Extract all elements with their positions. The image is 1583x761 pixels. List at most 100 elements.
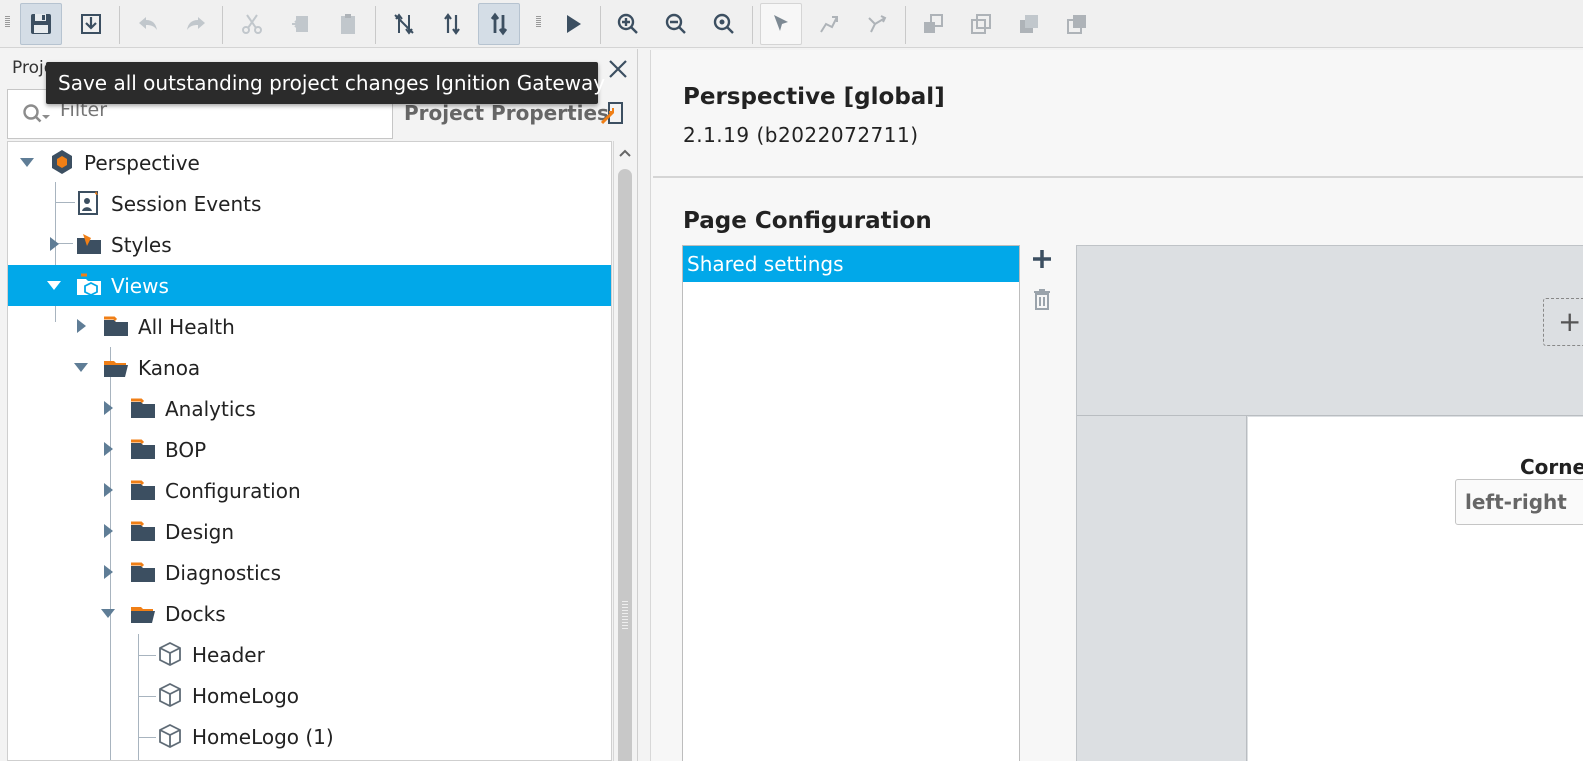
views-folder-icon [77,273,101,297]
folder-icon [131,439,155,459]
tree-item-analytics[interactable]: Analytics [8,388,611,429]
project-properties-link[interactable]: Project Properties [404,101,609,125]
zoom-out-button[interactable] [655,3,697,45]
zoom-reset-icon [713,13,734,34]
center-region: Corne left-right [1248,417,1583,761]
redo-icon [187,17,205,30]
exclusion-button[interactable] [1056,3,1098,45]
add-top-dock-button[interactable]: + [1543,298,1583,346]
preview-mode-button[interactable] [552,3,594,45]
tree-item-label: Diagnostics [165,561,282,585]
tree-scrollbar[interactable] [613,141,635,761]
intersect-button[interactable] [1008,3,1050,45]
subtract-shapes-icon [971,14,991,34]
expand-arrow-icon[interactable] [101,483,115,497]
scroll-thumb[interactable] [618,169,632,761]
read-write-comm-button[interactable] [478,3,520,45]
selection-tool-button[interactable] [760,3,802,45]
clipboard-icon [341,14,355,34]
undo-icon [139,17,157,30]
paste-button[interactable] [327,3,369,45]
tree-item-perspective[interactable]: Perspective [8,142,611,183]
collapse-arrow-icon[interactable] [74,360,88,374]
corner-priority-label: Corne [1520,455,1583,479]
expand-arrow-icon[interactable] [101,524,115,538]
search-icon [23,104,50,123]
tree-item-homelogo-1[interactable]: HomeLogo (1) [8,716,611,757]
collapse-arrow-icon[interactable] [101,606,115,620]
view-cube-icon [159,641,181,667]
left-dock-region[interactable] [1077,416,1247,761]
exclude-shapes-icon [1067,15,1086,34]
scroll-up-icon[interactable] [618,147,632,159]
trash-icon [1034,289,1050,310]
shared-settings-item[interactable]: Shared settings [683,246,1019,282]
tree-item-label: Perspective [84,151,200,175]
zoom-actual-button[interactable] [703,3,745,45]
tree-item-docks[interactable]: Docks [8,593,611,634]
tree-item-styles[interactable]: Styles [8,224,611,265]
subtract-button[interactable] [960,3,1002,45]
save-download-button[interactable] [70,3,112,45]
zoom-in-button[interactable] [607,3,649,45]
top-dock-region[interactable]: + [1077,246,1583,416]
comm-read-icon [444,13,460,35]
disconnect-comm-button[interactable] [383,3,425,45]
comm-off-icon [394,13,414,35]
tree-item-label: Session Events [111,192,262,216]
expand-arrow-icon[interactable] [101,401,115,415]
view-cube-icon [159,682,181,708]
cut-button[interactable] [231,3,273,45]
union-button[interactable] [912,3,954,45]
tree-item-kanoa[interactable]: Kanoa [8,347,611,388]
corner-priority-select[interactable]: left-right [1455,479,1583,525]
close-icon [609,60,627,78]
page-config-list[interactable]: Shared settings [682,245,1020,761]
undo-button[interactable] [127,3,169,45]
zoom-out-icon [665,13,686,34]
tree-item-design[interactable]: Design [8,511,611,552]
module-properties-panel: Perspective [global] 2.1.19 (b2022072711… [650,50,1583,761]
delete-page-button[interactable] [1033,288,1051,314]
folder-icon [131,398,155,418]
main-toolbar [0,0,1583,48]
tree-item-label: Docks [165,602,226,626]
toolbar-grip[interactable] [4,12,10,36]
tree-item-label: Design [165,520,235,544]
floppy-disk-icon [31,14,51,34]
tree-item-label: HomeLogo (1) [192,725,334,749]
scissors-icon [242,14,262,34]
tree-item-bop[interactable]: BOP [8,429,611,470]
collapse-arrow-icon[interactable] [47,278,61,292]
tree-item-header[interactable]: Header [8,634,611,675]
tree-item-diagnostics[interactable]: Diagnostics [8,552,611,593]
copy-button[interactable] [279,3,321,45]
expand-arrow-icon[interactable] [101,442,115,456]
elbow-tool-button[interactable] [856,3,898,45]
collapse-arrow-icon[interactable] [20,155,34,169]
tree-item-label: Analytics [165,397,256,421]
read-only-comm-button[interactable] [431,3,473,45]
tree-item-all-health[interactable]: All Health [8,306,611,347]
redo-button[interactable] [175,3,217,45]
plus-icon [1033,250,1051,268]
connection-tool-button[interactable] [808,3,850,45]
expand-arrow-icon[interactable] [74,319,88,333]
tree-item-label: Header [192,643,265,667]
tree-item-homelogo[interactable]: HomeLogo [8,675,611,716]
tree-item-label: Kanoa [138,356,201,380]
toolbar-grip-2[interactable] [535,12,541,36]
tree-item-label: Views [111,274,169,298]
plus-icon: + [1558,305,1582,338]
tree-item-configuration[interactable]: Configuration [8,470,611,511]
expand-arrow-icon[interactable] [101,565,115,579]
project-properties-icon[interactable] [600,101,624,125]
tree-item-views[interactable]: Views [8,265,611,306]
expand-arrow-icon[interactable] [47,237,61,251]
close-panel-button[interactable] [606,57,630,81]
folder-icon [131,562,155,582]
add-page-button[interactable] [1031,248,1053,274]
save-all-button[interactable] [20,3,62,45]
tree-item-label: HomeLogo [192,684,300,708]
tree-item-session-events[interactable]: Session Events [8,183,611,224]
